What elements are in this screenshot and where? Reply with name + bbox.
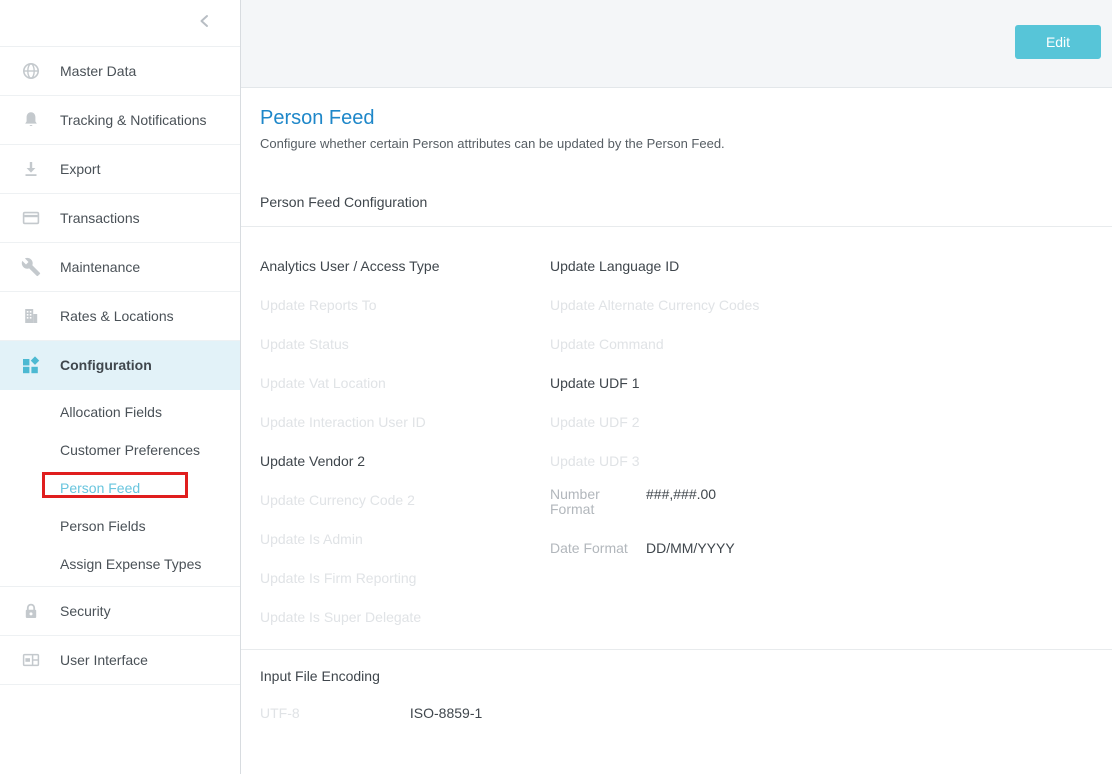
- sidebar-subitem-allocation-fields[interactable]: Allocation Fields: [0, 393, 240, 431]
- bell-icon: [21, 110, 41, 130]
- layout-icon: [21, 650, 41, 670]
- config-option: Update Interaction User ID: [260, 403, 550, 442]
- sidebar-item-export[interactable]: Export: [0, 145, 240, 194]
- config-option: Update UDF 3: [550, 442, 840, 481]
- config-option: Update UDF 2: [550, 403, 840, 442]
- input-file-encoding-section: Input File Encoding UTF-8 ISO-8859-1: [241, 650, 1112, 721]
- config-option: Update Alternate Currency Codes: [550, 286, 840, 325]
- sidebar-subitem-person-fields[interactable]: Person Fields: [0, 507, 240, 545]
- sidebar-item-rates-locations[interactable]: Rates & Locations: [0, 292, 240, 341]
- subitem-label: Customer Preferences: [60, 442, 200, 458]
- config-option: Update Reports To: [260, 286, 550, 325]
- sidebar-item-transactions[interactable]: Transactions: [0, 194, 240, 243]
- sidebar-item-label: Configuration: [60, 357, 152, 373]
- number-format-value: ###,###.00: [646, 487, 716, 535]
- date-format-value: DD/MM/YYYY: [646, 541, 735, 589]
- sidebar-item-label: User Interface: [60, 652, 148, 668]
- config-option: Update Currency Code 2: [260, 481, 550, 520]
- date-format-label: Date Format: [550, 541, 646, 589]
- grid-icon: [21, 355, 41, 375]
- sidebar-item-label: Security: [60, 603, 111, 619]
- config-right-column: Update Language ID Update Alternate Curr…: [550, 247, 840, 637]
- encoding-option-iso-8859-1: ISO-8859-1: [410, 705, 482, 721]
- sidebar-item-label: Maintenance: [60, 259, 140, 275]
- sidebar-item-label: Transactions: [60, 210, 140, 226]
- download-icon: [21, 159, 41, 179]
- config-option: Update Status: [260, 325, 550, 364]
- config-left-column: Analytics User / Access Type Update Repo…: [260, 247, 550, 637]
- date-format-field: Date Format DD/MM/YYYY: [550, 535, 840, 589]
- configuration-sub-menu: Allocation Fields Customer Preferences P…: [0, 390, 240, 587]
- sidebar-item-tracking-notifications[interactable]: Tracking & Notifications: [0, 96, 240, 145]
- main-content: Edit Person Feed Configure whether certa…: [241, 0, 1112, 774]
- config-option: Update Vendor 2: [260, 442, 550, 481]
- section-title-person-feed-configuration: Person Feed Configuration: [241, 194, 1112, 227]
- sidebar-item-master-data[interactable]: Master Data: [0, 47, 240, 96]
- subitem-label: Person Feed: [60, 480, 140, 496]
- page-subtitle: Configure whether certain Person attribu…: [260, 136, 1092, 151]
- sidebar-item-label: Export: [60, 161, 100, 177]
- config-option: Update Command: [550, 325, 840, 364]
- config-option: Update Is Super Delegate: [260, 598, 550, 637]
- credit-card-icon: [21, 208, 41, 228]
- sidebar-item-security[interactable]: Security: [0, 587, 240, 636]
- encoding-option-utf8: UTF-8: [260, 705, 406, 721]
- sidebar-item-maintenance[interactable]: Maintenance: [0, 243, 240, 292]
- sidebar-subitem-assign-expense-types[interactable]: Assign Expense Types: [0, 545, 240, 583]
- sidebar-item-user-interface[interactable]: User Interface: [0, 636, 240, 685]
- number-format-label: Number Format: [550, 487, 646, 535]
- globe-icon: [21, 61, 41, 81]
- number-format-field: Number Format ###,###.00: [550, 481, 840, 535]
- sidebar: Master Data Tracking & Notifications Exp…: [0, 0, 241, 774]
- sidebar-item-label: Tracking & Notifications: [60, 112, 207, 128]
- sidebar-item-configuration[interactable]: Configuration: [0, 341, 240, 390]
- sidebar-subitem-person-feed[interactable]: Person Feed: [0, 469, 240, 507]
- config-option: Analytics User / Access Type: [260, 247, 550, 286]
- app-window: Master Data Tracking & Notifications Exp…: [0, 0, 1112, 774]
- chevron-left-icon: [195, 11, 215, 36]
- person-feed-configuration-section: Analytics User / Access Type Update Repo…: [241, 227, 1112, 650]
- sidebar-item-label: Master Data: [60, 63, 136, 79]
- collapse-sidebar-button[interactable]: [194, 12, 216, 34]
- page-header: Person Feed Configure whether certain Pe…: [241, 88, 1112, 151]
- sidebar-subitem-customer-preferences[interactable]: Customer Preferences: [0, 431, 240, 469]
- config-option: Update Is Admin: [260, 520, 550, 559]
- config-option: Update Language ID: [550, 247, 840, 286]
- building-icon: [21, 306, 41, 326]
- wrench-icon: [21, 257, 41, 277]
- config-option: Update UDF 1: [550, 364, 840, 403]
- section-title-input-file-encoding: Input File Encoding: [260, 668, 1112, 684]
- config-option: Update Is Firm Reporting: [260, 559, 550, 598]
- sidebar-item-label: Rates & Locations: [60, 308, 174, 324]
- subitem-label: Person Fields: [60, 518, 146, 534]
- subitem-label: Assign Expense Types: [60, 556, 201, 572]
- toolbar: Edit: [241, 0, 1112, 88]
- subitem-label: Allocation Fields: [60, 404, 162, 420]
- page-title: Person Feed: [260, 107, 1092, 129]
- lock-icon: [21, 601, 41, 621]
- edit-button[interactable]: Edit: [1015, 25, 1101, 59]
- sidebar-header: [0, 0, 240, 47]
- config-option: Update Vat Location: [260, 364, 550, 403]
